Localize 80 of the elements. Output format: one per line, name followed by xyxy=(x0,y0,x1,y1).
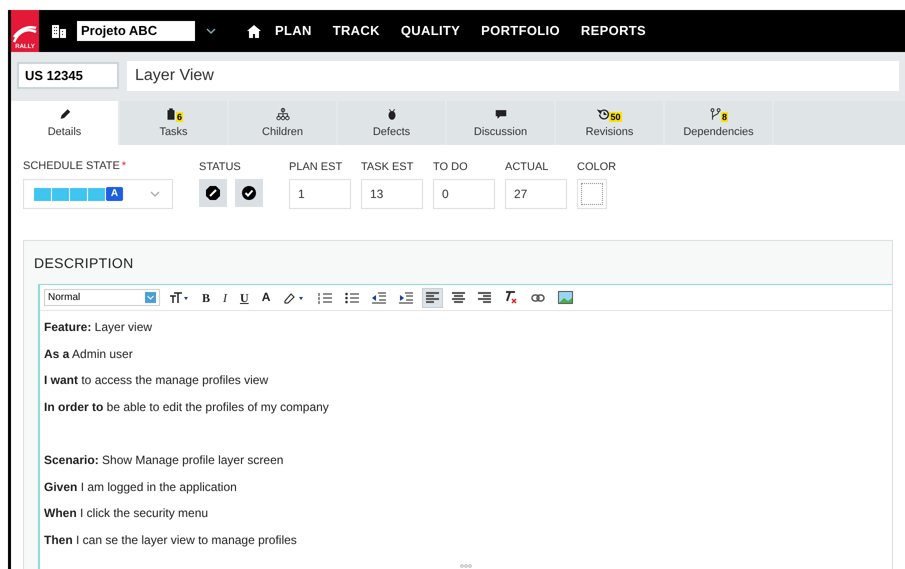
clear-format-icon xyxy=(504,291,518,304)
tab[interactable]: 50 Revisions xyxy=(556,101,663,145)
count-badge: 6 xyxy=(176,112,183,122)
bold-button[interactable]: B xyxy=(198,288,214,308)
text-line: As a Admin user xyxy=(44,346,134,363)
history-icon xyxy=(597,106,612,122)
text-line: Feature: Layer view xyxy=(44,319,154,336)
text-line: I want to access the manage profiles view xyxy=(44,372,270,390)
link-icon xyxy=(531,292,546,302)
nav-link[interactable]: REPORTS xyxy=(580,21,646,41)
home-icon[interactable] xyxy=(247,24,261,38)
text-size-icon xyxy=(169,292,189,304)
outdent-icon xyxy=(372,292,386,304)
blocked-icon xyxy=(206,186,220,200)
text-line: Then I can se the layer view to manage profiles xyxy=(44,532,298,549)
state-segment xyxy=(52,188,69,200)
state-segment xyxy=(34,188,51,200)
number-field[interactable]: 13 xyxy=(361,179,423,209)
italic-button[interactable]: I xyxy=(219,288,232,308)
text-line: When I click the security menu xyxy=(44,505,210,522)
blocked-button[interactable] xyxy=(199,179,227,207)
tab[interactable]: 8 Dependencies xyxy=(665,101,772,145)
schedule-state-dropdown[interactable]: A xyxy=(23,179,173,209)
align-left-button[interactable] xyxy=(422,288,444,308)
chevron-down-icon[interactable] xyxy=(205,27,217,35)
field-label: PLAN EST xyxy=(289,160,344,173)
required-mark: * xyxy=(122,158,126,174)
state-segment xyxy=(70,188,87,200)
underline-button[interactable]: U xyxy=(236,288,253,308)
number-field[interactable]: 27 xyxy=(505,179,567,209)
tab[interactable]: Discussion xyxy=(447,101,554,145)
align-left-icon xyxy=(426,292,440,304)
bullet-list-icon xyxy=(345,292,360,304)
text-line: Scenario: Show Manage profile layer screen xyxy=(44,452,284,469)
field-label: STATUS xyxy=(199,160,242,173)
field-label: SCHEDULE STATE xyxy=(23,158,120,174)
field-label: TO DO xyxy=(433,160,469,173)
project-selector[interactable]: Projeto ABC xyxy=(77,21,195,41)
number-field[interactable]: 0 xyxy=(433,179,495,209)
section-title: DESCRIPTION xyxy=(33,254,135,273)
ready-button[interactable] xyxy=(235,179,263,207)
chevron-down-icon xyxy=(149,190,161,198)
number-field[interactable]: 1 xyxy=(289,179,351,209)
text-line: In order to be able to edit the profiles of my company xyxy=(44,398,330,416)
tab[interactable]: Defects xyxy=(338,101,445,145)
indent-icon xyxy=(399,292,414,304)
tab[interactable]: Children xyxy=(229,101,336,145)
name-field[interactable]: Layer View xyxy=(127,60,899,90)
numbered-list-icon xyxy=(318,292,332,304)
caret-icon xyxy=(145,292,156,303)
nav-link[interactable]: PLAN xyxy=(275,21,312,41)
count-badge: 50 xyxy=(609,112,622,122)
check-icon xyxy=(242,186,256,200)
text-color-button[interactable]: A xyxy=(258,288,274,308)
tab[interactable]: Details xyxy=(11,101,118,145)
current-state: A xyxy=(106,187,123,201)
color-picker[interactable] xyxy=(577,179,607,209)
nav-link[interactable]: QUALITY xyxy=(400,21,460,41)
state-segment xyxy=(88,188,105,200)
align-right-icon xyxy=(478,292,492,304)
building-icon[interactable] xyxy=(51,23,67,39)
nav-link[interactable]: TRACK xyxy=(332,21,380,41)
resize-handle-icon[interactable] xyxy=(460,564,472,568)
text-line: Given I am logged in the application xyxy=(44,478,238,496)
field-label: TASK EST xyxy=(361,160,414,173)
image-icon xyxy=(558,291,574,304)
pencil-icon xyxy=(58,106,72,122)
branch-icon xyxy=(708,106,723,122)
field-label: ACTUAL xyxy=(505,160,550,173)
highlighter-icon xyxy=(283,292,306,304)
count-badge: 8 xyxy=(720,112,728,122)
hierarchy-icon xyxy=(276,106,290,122)
align-center-icon xyxy=(452,292,466,304)
logo-icon xyxy=(13,26,37,44)
tab[interactable]: 6 Tasks xyxy=(120,101,227,145)
nav-link[interactable]: PORTFOLIO xyxy=(481,21,560,41)
field-label: COLOR xyxy=(577,160,616,173)
format-dropdown[interactable]: Normal xyxy=(44,289,160,306)
artifact-id: US 12345 xyxy=(17,62,119,89)
color-swatch xyxy=(581,183,603,205)
